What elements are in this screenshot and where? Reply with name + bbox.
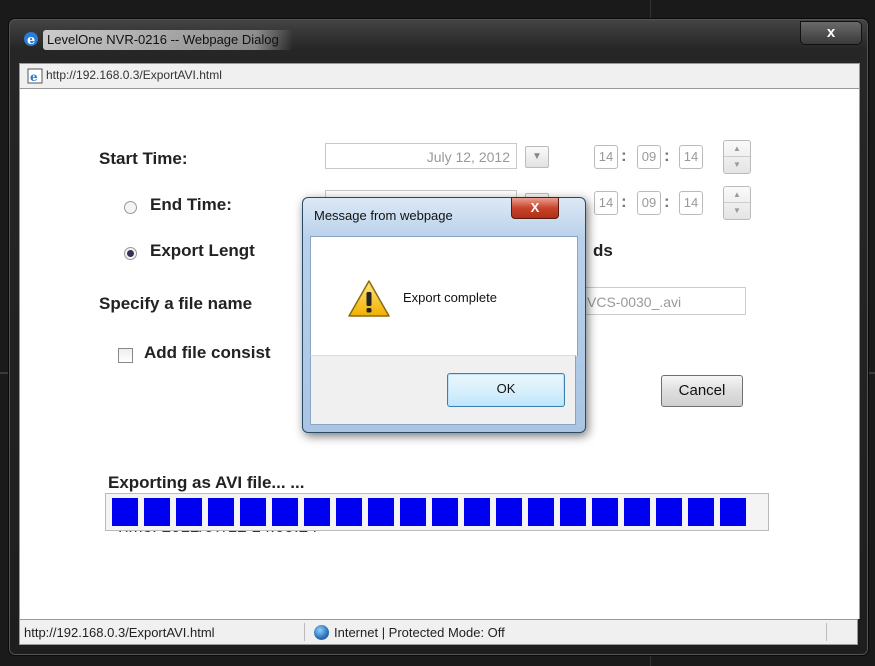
cancel-button[interactable]: Cancel <box>661 375 743 407</box>
end-time-radio[interactable] <box>124 201 137 214</box>
status-divider <box>304 623 305 641</box>
status-url: http://192.168.0.3/ExportAVI.html <box>24 625 215 640</box>
start-date-dropdown[interactable]: ▼ <box>525 146 549 168</box>
export-length-label: Export Lengt <box>150 241 255 260</box>
progress-block <box>432 498 458 526</box>
warning-icon <box>348 280 390 317</box>
spin-up-icon[interactable]: ▲ <box>724 187 750 203</box>
export-progress-bar <box>105 493 769 531</box>
progress-block <box>528 498 554 526</box>
add-file-label: Add file consist <box>144 343 271 362</box>
progress-block <box>560 498 586 526</box>
globe-icon <box>314 625 329 640</box>
spin-down-icon[interactable]: ▼ <box>724 203 750 219</box>
chevron-down-icon: ▼ <box>532 151 542 162</box>
message-close-button[interactable]: X <box>511 197 559 219</box>
start-time-label: Start Time: <box>99 149 188 168</box>
progress-block <box>240 498 266 526</box>
progress-block <box>656 498 682 526</box>
add-file-checkbox[interactable] <box>118 348 133 363</box>
start-second-field[interactable]: 14 <box>679 145 703 169</box>
progress-block <box>464 498 490 526</box>
start-time-spinner[interactable]: ▲ ▼ <box>723 140 751 174</box>
message-text: Export complete <box>403 290 497 305</box>
svg-text:e: e <box>30 70 38 84</box>
progress-block <box>304 498 330 526</box>
export-length-unit-label: ds <box>593 241 613 260</box>
address-bar: e http://192.168.0.3/ExportAVI.html <box>19 63 860 89</box>
end-minute-field[interactable]: 09 <box>637 191 661 215</box>
svg-text:e: e <box>27 33 35 47</box>
spin-up-icon[interactable]: ▲ <box>724 141 750 157</box>
page-icon: e <box>27 68 43 84</box>
progress-block <box>592 498 618 526</box>
time-separator: : <box>621 146 627 165</box>
time-separator: : <box>664 146 670 165</box>
time-separator: : <box>664 192 670 211</box>
progress-block <box>496 498 522 526</box>
progress-block <box>176 498 202 526</box>
window-title: LevelOne NVR-0216 -- Webpage Dialog <box>43 30 293 50</box>
status-divider <box>826 623 827 641</box>
end-hour-field[interactable]: 14 <box>594 191 618 215</box>
progress-block <box>688 498 714 526</box>
time-separator: : <box>621 192 627 211</box>
window-close-button[interactable]: x <box>800 21 862 45</box>
message-body: Export complete <box>310 236 578 356</box>
export-status-text: Exporting as AVI file... ... <box>108 473 305 492</box>
title-bar[interactable]: e LevelOne NVR-0216 -- Webpage Dialog x <box>9 19 868 55</box>
message-dialog: Message from webpage X Export complete O… <box>302 197 586 433</box>
export-length-radio[interactable] <box>124 247 137 260</box>
spin-down-icon[interactable]: ▼ <box>724 157 750 173</box>
progress-block <box>400 498 426 526</box>
status-bar: http://192.168.0.3/ExportAVI.html Intern… <box>19 619 858 645</box>
progress-block <box>720 498 746 526</box>
progress-block <box>624 498 650 526</box>
end-time-spinner[interactable]: ▲ ▼ <box>723 186 751 220</box>
start-hour-field[interactable]: 14 <box>594 145 618 169</box>
address-url: http://192.168.0.3/ExportAVI.html <box>46 68 222 82</box>
message-footer: OK <box>310 355 576 425</box>
filename-input[interactable]: VCS-0030_.avi <box>580 287 746 315</box>
progress-block <box>336 498 362 526</box>
ie-icon: e <box>24 32 38 47</box>
progress-block <box>144 498 170 526</box>
progress-block <box>368 498 394 526</box>
start-minute-field[interactable]: 09 <box>637 145 661 169</box>
end-time-label: End Time: <box>150 195 232 214</box>
ok-button[interactable]: OK <box>447 373 565 407</box>
security-zone: Internet | Protected Mode: Off <box>334 625 505 640</box>
progress-block <box>112 498 138 526</box>
progress-block <box>272 498 298 526</box>
end-second-field[interactable]: 14 <box>679 191 703 215</box>
filename-label: Specify a file name <box>99 294 253 313</box>
start-date-field[interactable]: July 12, 2012 <box>325 143 517 169</box>
progress-block <box>208 498 234 526</box>
message-dialog-title: Message from webpage <box>314 208 453 223</box>
